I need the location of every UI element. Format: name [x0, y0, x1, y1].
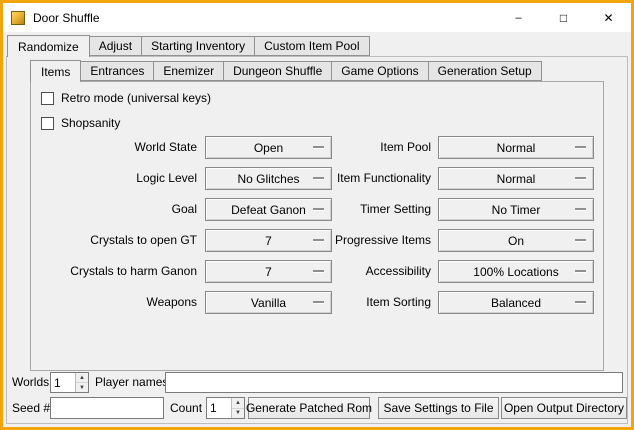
shopsanity-row: Shopsanity — [41, 115, 120, 131]
item-pool-dropdown[interactable]: Normal — [438, 136, 594, 159]
close-button[interactable]: ✕ — [586, 3, 631, 32]
items-pane: Retro mode (universal keys) Shopsanity W… — [30, 81, 604, 371]
logic-level-label: Logic Level — [31, 167, 197, 190]
count-input[interactable] — [207, 398, 231, 418]
progressive-items-dropdown[interactable]: On — [438, 229, 594, 252]
crystals-harm-ganon-label: Crystals to harm Ganon — [31, 260, 197, 283]
tab-randomize[interactable]: Randomize — [7, 35, 90, 57]
generate-patched-rom-button[interactable]: Generate Patched Rom — [248, 397, 370, 419]
tab-game-options[interactable]: Game Options — [331, 61, 428, 81]
save-settings-button[interactable]: Save Settings to File — [378, 397, 499, 419]
count-spin-up-button[interactable]: ▲ — [232, 398, 244, 409]
timer-setting-dropdown[interactable]: No Timer — [438, 198, 594, 221]
worlds-spin-down-button[interactable]: ▼ — [76, 383, 88, 392]
app-icon — [11, 11, 25, 25]
item-pool-value: Normal — [497, 141, 536, 155]
dropdown-indicator-icon — [575, 239, 586, 241]
dropdown-indicator-icon — [575, 177, 586, 179]
minimize-icon: – — [515, 12, 521, 24]
weapons-label: Weapons — [31, 291, 197, 314]
titlebar: Door Shuffle – □ ✕ — [3, 3, 631, 32]
minimize-button[interactable]: – — [496, 3, 541, 32]
player-names-label: Player names — [95, 371, 168, 393]
close-icon: ✕ — [603, 11, 613, 25]
spin-up-icon: ▲ — [235, 400, 241, 406]
worlds-spinner[interactable]: ▲ ▼ — [50, 372, 89, 393]
tab-starting-inventory[interactable]: Starting Inventory — [141, 36, 255, 56]
window-title: Door Shuffle — [33, 11, 100, 25]
inner-tab-bar: Items Entrances Enemizer Dungeon Shuffle… — [30, 59, 542, 81]
window-controls: – □ ✕ — [496, 3, 631, 32]
retro-mode-checkbox[interactable] — [41, 92, 54, 105]
item-functionality-label: Item Functionality — [261, 167, 431, 190]
progressive-items-label: Progressive Items — [261, 229, 431, 252]
tab-dungeon-shuffle[interactable]: Dungeon Shuffle — [223, 61, 332, 81]
spin-down-icon: ▼ — [235, 410, 241, 416]
maximize-button[interactable]: □ — [541, 3, 586, 32]
tab-custom-item-pool[interactable]: Custom Item Pool — [254, 36, 369, 56]
tab-adjust[interactable]: Adjust — [89, 36, 142, 56]
dropdown-indicator-icon — [575, 146, 586, 148]
item-pool-label: Item Pool — [261, 136, 431, 159]
seed-label: Seed # — [12, 397, 50, 419]
timer-setting-label: Timer Setting — [261, 198, 431, 221]
outer-tab-bar: Randomize Adjust Starting Inventory Cust… — [7, 34, 370, 56]
world-state-label: World State — [31, 136, 197, 159]
client-area: Randomize Adjust Starting Inventory Cust… — [3, 32, 631, 427]
dropdown-indicator-icon — [575, 270, 586, 272]
item-functionality-dropdown[interactable]: Normal — [438, 167, 594, 190]
dropdown-indicator-icon — [575, 301, 586, 303]
tab-items[interactable]: Items — [30, 60, 81, 82]
count-spin-arrows: ▲ ▼ — [231, 398, 244, 418]
item-sorting-value: Balanced — [491, 296, 541, 310]
accessibility-dropdown[interactable]: 100% Locations — [438, 260, 594, 283]
worlds-input[interactable] — [51, 373, 75, 392]
tab-entrances[interactable]: Entrances — [80, 61, 154, 81]
timer-setting-value: No Timer — [492, 203, 541, 217]
tab-enemizer[interactable]: Enemizer — [153, 61, 224, 81]
accessibility-label: Accessibility — [261, 260, 431, 283]
tab-generation-setup[interactable]: Generation Setup — [428, 61, 542, 81]
item-functionality-value: Normal — [497, 172, 536, 186]
count-label: Count — [170, 397, 202, 419]
crystals-open-gt-label: Crystals to open GT — [31, 229, 197, 252]
seed-input[interactable] — [50, 397, 164, 419]
spin-down-icon: ▼ — [79, 385, 85, 391]
retro-mode-row: Retro mode (universal keys) — [41, 90, 211, 106]
goal-label: Goal — [31, 198, 197, 221]
item-sorting-label: Item Sorting — [261, 291, 431, 314]
player-names-input[interactable] — [165, 372, 623, 393]
count-spin-down-button[interactable]: ▼ — [232, 409, 244, 419]
count-spinner[interactable]: ▲ ▼ — [206, 397, 245, 419]
spin-up-icon: ▲ — [79, 375, 85, 381]
window: Door Shuffle – □ ✕ Randomize Adjust Star… — [0, 0, 634, 430]
retro-mode-label: Retro mode (universal keys) — [61, 91, 211, 105]
randomize-pane: Items Entrances Enemizer Dungeon Shuffle… — [6, 56, 628, 424]
progressive-items-value: On — [508, 234, 524, 248]
worlds-label: Worlds — [12, 371, 49, 393]
shopsanity-checkbox[interactable] — [41, 117, 54, 130]
worlds-spin-up-button[interactable]: ▲ — [76, 373, 88, 383]
shopsanity-label: Shopsanity — [61, 116, 120, 130]
accessibility-value: 100% Locations — [473, 265, 558, 279]
worlds-spin-arrows: ▲ ▼ — [75, 373, 88, 392]
item-sorting-dropdown[interactable]: Balanced — [438, 291, 594, 314]
open-output-directory-button[interactable]: Open Output Directory — [501, 397, 627, 419]
maximize-icon: □ — [560, 11, 567, 25]
dropdown-indicator-icon — [575, 208, 586, 210]
